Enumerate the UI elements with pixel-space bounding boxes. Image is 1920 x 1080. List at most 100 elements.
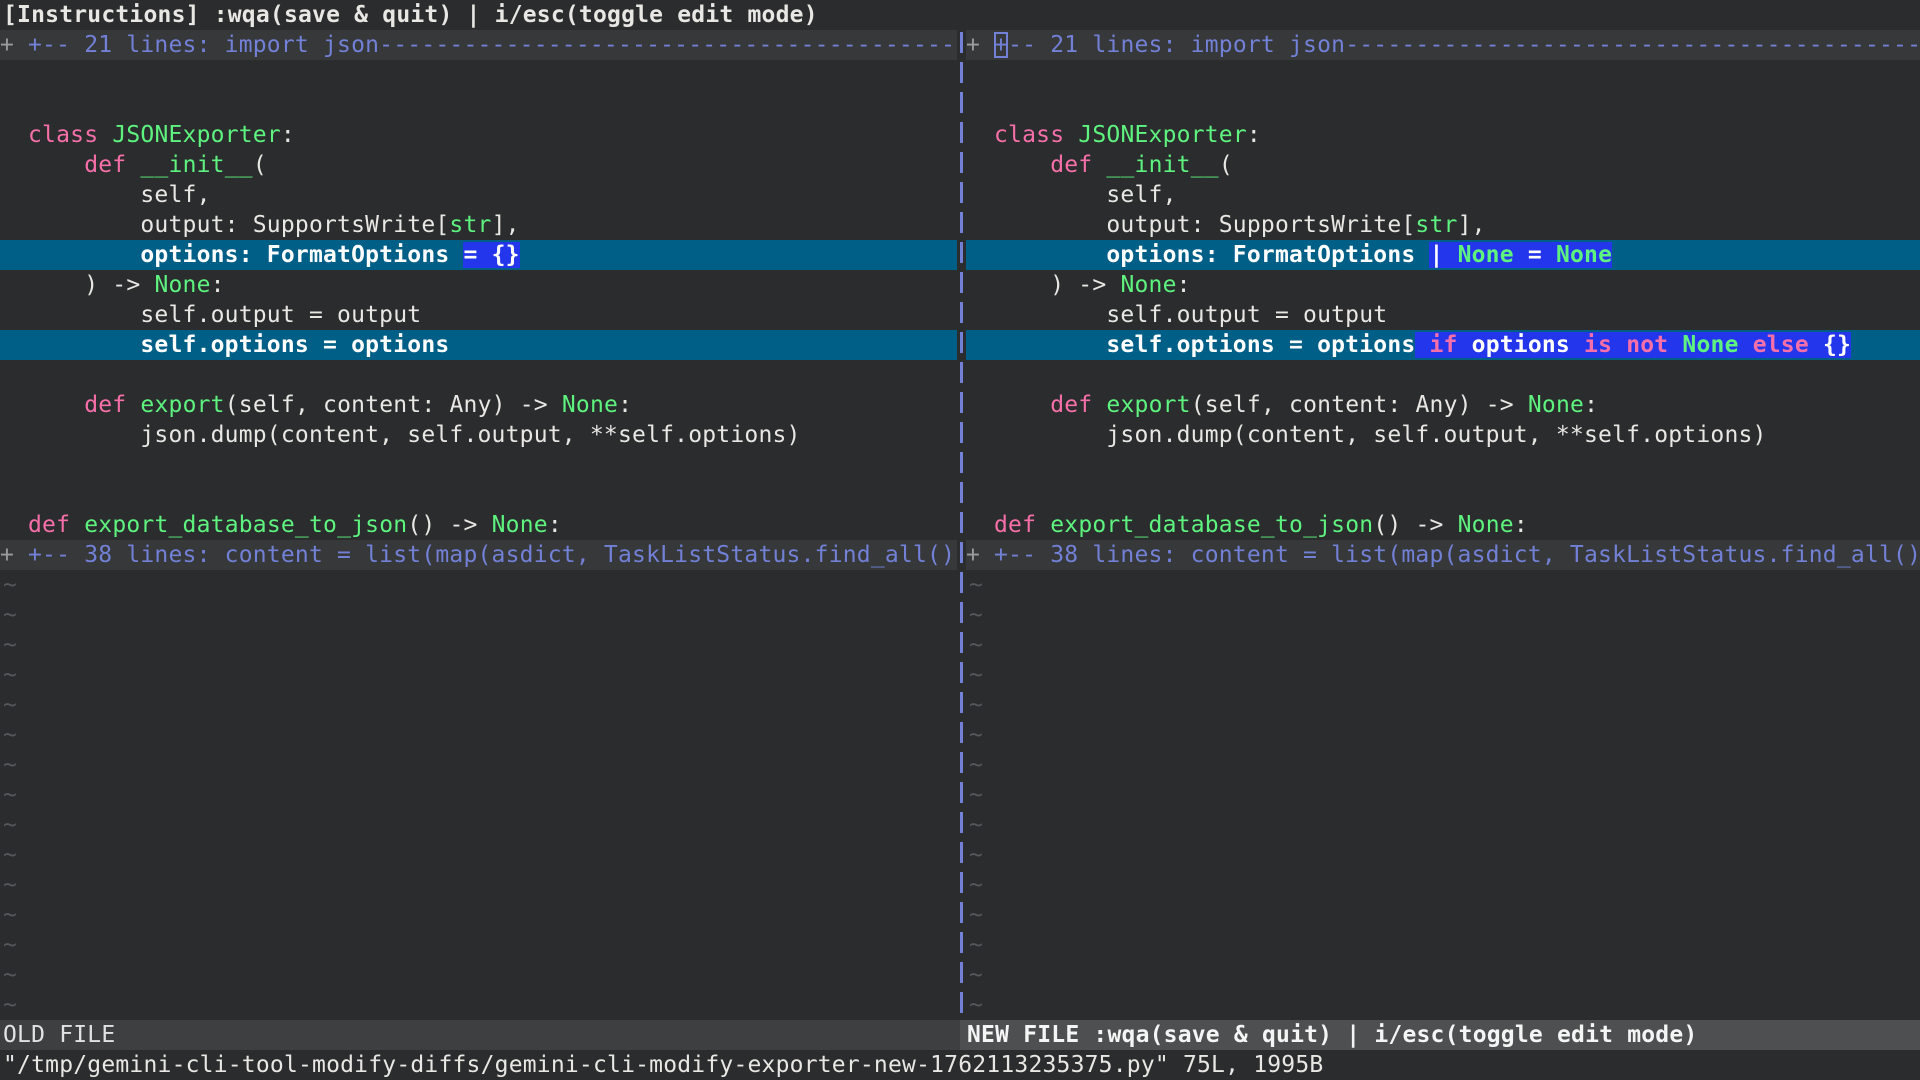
fold-column	[0, 150, 28, 180]
fold-line[interactable]: ++-- 38 lines: content = list(map(asdict…	[966, 540, 1920, 570]
code-line: self,	[966, 180, 1920, 210]
fold-column-plus[interactable]: +	[966, 540, 994, 570]
empty-buffer-tilde: ~	[0, 840, 957, 870]
empty-buffer-tilde: ~	[0, 660, 957, 690]
code-segment	[994, 152, 1050, 178]
code-segment: export	[1106, 392, 1190, 418]
code-segment: None	[492, 512, 548, 538]
blank-line	[966, 60, 1920, 90]
code-segment: str	[449, 212, 491, 238]
code-segment	[28, 152, 84, 178]
empty-buffer-tilde: ~	[0, 810, 957, 840]
fold-column	[966, 300, 994, 330]
empty-buffer-tilde: ~	[966, 720, 1920, 750]
code-line: json.dump(content, self.output, **self.o…	[0, 420, 957, 450]
empty-buffer-tilde: ~	[0, 870, 957, 900]
diff-text-segment	[1612, 332, 1626, 358]
code-line: def __init__(	[966, 150, 1920, 180]
code-segment	[126, 392, 140, 418]
code-segment: self,	[994, 182, 1177, 208]
empty-buffer-tilde: ~	[966, 660, 1920, 690]
diff-text-segment: is	[1584, 332, 1612, 358]
code-segment: __init__	[140, 152, 252, 178]
code-segment: export_database_to_json	[1050, 512, 1373, 538]
new-file-statusline: NEW FILE :wqa(save & quit) | i/esc(toggl…	[960, 1020, 1920, 1050]
cursor: +	[994, 32, 1008, 58]
code-line: def export_database_to_json() -> None:	[0, 510, 957, 540]
code-line: output: SupportsWrite[str],	[966, 210, 1920, 240]
fold-column-plus[interactable]: +	[0, 540, 28, 570]
code-segment: () ->	[1373, 512, 1457, 538]
code-segment: (self, content: Any) ->	[225, 392, 562, 418]
code-segment	[1036, 512, 1050, 538]
code-segment	[98, 122, 112, 148]
code-segment: def	[1050, 152, 1092, 178]
blank-line	[0, 450, 957, 480]
diff-text-segment: else	[1753, 332, 1809, 358]
fold-column	[0, 420, 28, 450]
empty-buffer-tilde: ~	[0, 720, 957, 750]
fold-column-plus[interactable]: +	[966, 30, 994, 60]
code-line: def export(self, content: Any) -> None:	[0, 390, 957, 420]
fold-line[interactable]: ++-- 21 lines: import json--------------…	[0, 30, 957, 60]
empty-buffer-tilde: ~	[0, 960, 957, 990]
diff-text-segment	[1668, 332, 1682, 358]
code-segment: json.dump(content, self.output, **self.o…	[28, 422, 801, 448]
fold-column	[0, 300, 28, 330]
old-file-pane[interactable]: ++-- 21 lines: import json--------------…	[0, 30, 957, 1020]
fold-column	[966, 240, 994, 270]
code-segment: (self, content: Any) ->	[1191, 392, 1528, 418]
code-line: self.output = output	[0, 300, 957, 330]
fold-column	[0, 210, 28, 240]
code-line: self.output = output	[966, 300, 1920, 330]
fold-column	[966, 120, 994, 150]
code-segment: def	[84, 392, 126, 418]
empty-buffer-tilde: ~	[0, 750, 957, 780]
empty-buffer-tilde: ~	[0, 690, 957, 720]
fold-column	[966, 510, 994, 540]
code-segment: output: SupportsWrite[	[28, 212, 449, 238]
code-line: def export(self, content: Any) -> None:	[966, 390, 1920, 420]
fold-line[interactable]: ++-- 38 lines: content = list(map(asdict…	[0, 540, 957, 570]
code-segment: None	[1120, 272, 1176, 298]
fold-line[interactable]: ++-- 21 lines: import json--------------…	[966, 30, 1920, 60]
code-segment	[1092, 392, 1106, 418]
code-segment: None	[1528, 392, 1584, 418]
code-segment: str	[1415, 212, 1457, 238]
code-segment: None	[154, 272, 210, 298]
fold-column	[966, 390, 994, 420]
code-line: def export_database_to_json() -> None:	[966, 510, 1920, 540]
fold-column-plus[interactable]: +	[0, 30, 28, 60]
code-segment: export	[140, 392, 224, 418]
code-segment	[126, 152, 140, 178]
empty-buffer-tilde: ~	[966, 900, 1920, 930]
fold-column	[966, 420, 994, 450]
diff-text-segment: =	[1514, 242, 1556, 268]
fold-column	[0, 180, 28, 210]
diff-changed-line: self.options = options if options is not…	[966, 330, 1920, 360]
empty-buffer-tilde: ~	[966, 840, 1920, 870]
empty-buffer-tilde: ~	[966, 990, 1920, 1020]
empty-buffer-tilde: ~	[966, 600, 1920, 630]
code-segment	[28, 392, 84, 418]
diff-changed-line: self.options = options	[0, 330, 957, 360]
status-bars: OLD FILE NEW FILE :wqa(save & quit) | i/…	[0, 1020, 1920, 1050]
diff-text-segment: options	[1458, 332, 1584, 358]
code-segment: JSONExporter	[112, 122, 281, 148]
diff-text-segment	[1415, 332, 1429, 358]
fold-column	[966, 210, 994, 240]
empty-buffer-tilde: ~	[966, 810, 1920, 840]
code-segment: :	[1247, 122, 1261, 148]
code-line: class JSONExporter:	[966, 120, 1920, 150]
code-segment: None	[562, 392, 618, 418]
diff-text-segment: None	[1458, 242, 1514, 268]
new-file-pane[interactable]: ++-- 21 lines: import json--------------…	[966, 30, 1920, 1020]
code-segment	[994, 392, 1050, 418]
diff-text-segment: = {}	[463, 242, 519, 268]
code-segment: self.output = output	[28, 302, 421, 328]
command-line: "/tmp/gemini-cli-tool-modify-diffs/gemin…	[0, 1050, 1920, 1080]
code-segment: def	[994, 512, 1036, 538]
blank-line	[966, 360, 1920, 390]
fold-column	[966, 330, 994, 360]
empty-buffer-tilde: ~	[0, 780, 957, 810]
